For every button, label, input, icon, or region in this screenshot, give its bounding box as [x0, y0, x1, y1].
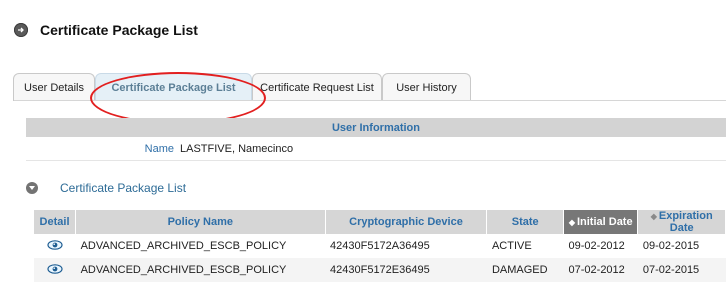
column-header-state[interactable]: State — [486, 210, 565, 234]
column-header-cryptographic-device[interactable]: Cryptographic Device — [325, 210, 488, 234]
policy-name-cell: ADVANCED_ARCHIVED_ESCB_POLICY — [80, 240, 287, 252]
sort-icon: ◆ — [568, 218, 575, 227]
page-header: Certificate Package List — [0, 0, 726, 62]
tab-user-details[interactable]: User Details — [13, 73, 95, 101]
partial-cell — [638, 282, 726, 306]
tab-certificate-package-list-label: Certificate Package List — [111, 81, 236, 94]
expiration-date-cell: 07-02-2015 — [642, 264, 700, 276]
name-label: Name — [144, 142, 174, 155]
tab-certificate-package-list[interactable]: Certificate Package List — [95, 73, 252, 101]
partial-cell — [564, 282, 638, 306]
name-value: LASTFIVE, Namecinco — [180, 142, 294, 155]
partial-detail-cell — [34, 282, 76, 306]
section-title: Certificate Package List — [60, 181, 187, 195]
sort-icon: ◆ — [650, 212, 657, 221]
user-information-panel: User Information Name LASTFIVE, Namecinc… — [26, 118, 726, 161]
expiration-date-cell: 09-02-2015 — [642, 240, 700, 252]
eye-icon[interactable] — [47, 263, 63, 275]
cryptographic-device-cell: 42430F5172A36495 — [330, 240, 430, 252]
cryptographic-device-cell: 42430F5172E36495 — [330, 264, 430, 276]
certificate-package-table: Detail Policy Name Cryptographic Device … — [34, 210, 726, 306]
table-header-row: Detail Policy Name Cryptographic Device … — [34, 210, 726, 234]
partial-cell — [325, 282, 487, 306]
tab-user-history-label: User History — [396, 81, 457, 94]
partial-cell — [76, 282, 325, 306]
state-cell: DAMAGED — [491, 264, 548, 276]
table-row: ADVANCED_ARCHIVED_ESCB_POLICY 42430F5172… — [34, 234, 726, 258]
package-list-section-header: Certificate Package List — [26, 181, 186, 195]
tab-divider — [14, 100, 726, 101]
tab-certificate-request-list[interactable]: Certificate Request List — [252, 73, 382, 101]
column-header-expiration-date[interactable]: ◆ Expiration Date — [637, 210, 726, 234]
table-row: ADVANCED_ARCHIVED_ESCB_POLICY 42430F5172… — [34, 258, 726, 282]
title-group: Certificate Package List — [14, 22, 198, 38]
column-header-policy-name[interactable]: Policy Name — [75, 210, 326, 234]
table-row-partial — [34, 282, 726, 306]
user-information-header: User Information — [26, 118, 726, 137]
tab-certificate-request-list-label: Certificate Request List — [260, 81, 374, 94]
circle-arrow-icon[interactable] — [14, 23, 28, 37]
page-title: Certificate Package List — [40, 22, 198, 38]
collapse-icon[interactable] — [26, 182, 38, 194]
tab-user-details-label: User Details — [24, 81, 84, 94]
initial-date-cell: 09-02-2012 — [568, 240, 625, 252]
expiration-date-label: Expiration Date — [658, 210, 713, 234]
column-header-initial-date[interactable]: ◆ Initial Date — [563, 210, 639, 234]
detail-cell — [34, 234, 76, 258]
column-header-detail: Detail — [34, 210, 77, 234]
policy-name-cell: ADVANCED_ARCHIVED_ESCB_POLICY — [80, 264, 287, 276]
detail-cell — [34, 258, 76, 282]
eye-icon[interactable] — [47, 239, 63, 251]
initial-date-cell: 07-02-2012 — [568, 264, 625, 276]
user-name-row: Name LASTFIVE, Namecinco — [26, 137, 726, 161]
initial-date-label: Initial Date — [576, 216, 633, 228]
state-cell: ACTIVE — [491, 240, 532, 252]
tab-user-history[interactable]: User History — [382, 73, 471, 101]
partial-cell — [487, 282, 564, 306]
